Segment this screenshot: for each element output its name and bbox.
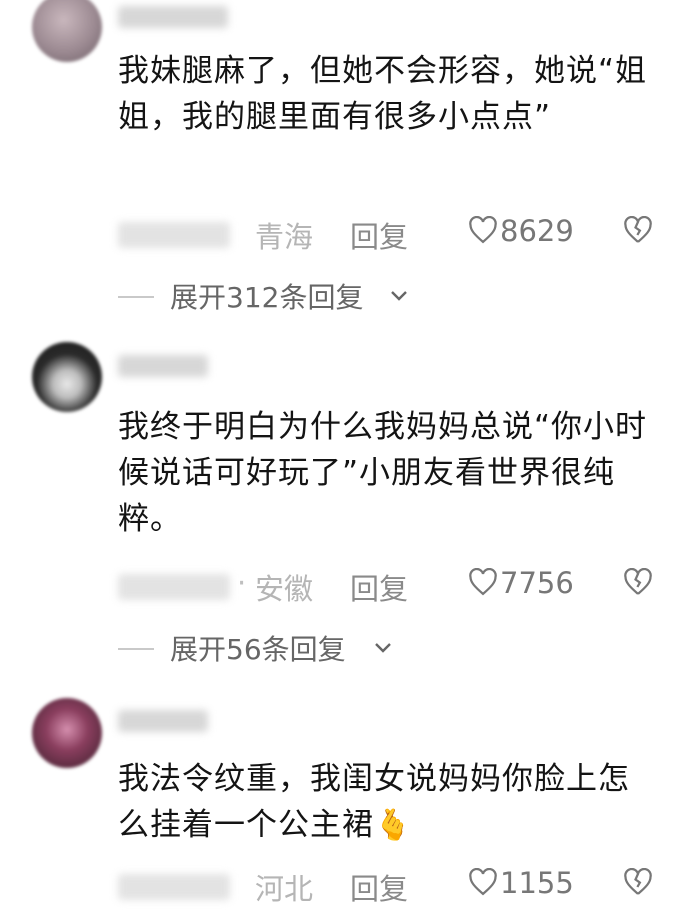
location-label: 青海 bbox=[255, 220, 314, 254]
comment-date bbox=[118, 222, 230, 248]
comment-date bbox=[118, 574, 230, 600]
reply-button[interactable]: 回复 bbox=[350, 214, 408, 256]
like-button[interactable]: 1155 bbox=[468, 866, 574, 900]
heart-outline-icon bbox=[469, 867, 497, 896]
like-count: 1155 bbox=[500, 866, 574, 900]
like-button[interactable]: 8629 bbox=[468, 214, 574, 248]
finger-heart-emoji: 🫰 bbox=[374, 808, 413, 843]
avatar[interactable] bbox=[32, 0, 102, 62]
reply-button[interactable]: 回复 bbox=[350, 866, 408, 908]
broken-heart-icon bbox=[624, 567, 652, 595]
expand-replies-label: 展开56条回复 bbox=[170, 633, 346, 666]
avatar[interactable] bbox=[32, 342, 102, 412]
location-label: 安徽 bbox=[255, 572, 314, 606]
reply-button[interactable]: 回复 bbox=[350, 566, 408, 608]
avatar[interactable] bbox=[32, 698, 102, 768]
chevron-down-icon bbox=[391, 291, 407, 301]
like-count: 8629 bbox=[500, 214, 574, 248]
broken-heart-icon bbox=[624, 215, 652, 243]
like-count: 7756 bbox=[500, 566, 574, 600]
like-button[interactable]: 7756 bbox=[468, 566, 574, 600]
expand-replies-label: 展开312条回复 bbox=[170, 281, 364, 314]
broken-heart-icon bbox=[624, 867, 652, 895]
location-label: 河北 bbox=[255, 872, 314, 906]
comment-date bbox=[118, 874, 230, 900]
chevron-down-icon bbox=[375, 643, 391, 653]
divider bbox=[118, 296, 154, 298]
comment-meta: 青海 回复 8629 bbox=[118, 214, 658, 254]
comment-meta: 河北 回复 1155 bbox=[118, 866, 658, 906]
heart-outline-icon bbox=[469, 215, 497, 244]
dislike-button[interactable] bbox=[623, 215, 653, 251]
heart-outline-icon bbox=[469, 567, 497, 596]
username[interactable] bbox=[118, 6, 228, 28]
comment-meta: · 安徽 回复 7756 bbox=[118, 566, 658, 606]
dislike-button[interactable] bbox=[623, 867, 653, 903]
comment-text: 我终于明白为什么我妈妈总说“你小时候说话可好玩了”小朋友看世界很纯粹。 bbox=[118, 409, 648, 537]
divider bbox=[118, 648, 154, 650]
dislike-button[interactable] bbox=[623, 567, 653, 603]
separator-dot: · bbox=[237, 566, 247, 600]
username[interactable] bbox=[118, 355, 208, 377]
comment-text: 我妹腿麻了，但她不会形容，她说“姐姐，我的腿里面有很多小点点” bbox=[118, 53, 648, 135]
comment-text: 我法令纹重，我闺女说妈妈你脸上怎么挂着一个公主裙🫰 bbox=[118, 756, 658, 849]
username[interactable] bbox=[118, 710, 208, 732]
